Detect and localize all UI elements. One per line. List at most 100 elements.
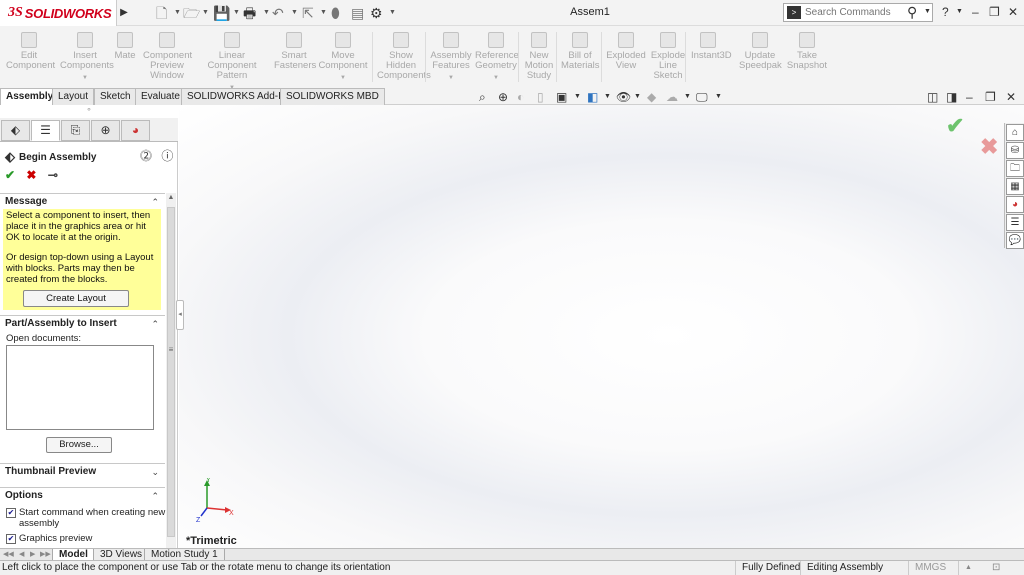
scroll-up-icon[interactable]: ▲ bbox=[166, 194, 176, 201]
view-orientation-dropdown-icon[interactable]: ▼ bbox=[574, 91, 581, 103]
custom-properties-icon[interactable]: ☰ bbox=[1006, 214, 1024, 231]
assembly-features-button[interactable]: Assembly Features ▼ bbox=[430, 28, 472, 86]
unit-system[interactable]: MMGS bbox=[908, 561, 946, 575]
linear-component-pattern-button[interactable]: Linear ComponentPattern▼ bbox=[193, 28, 271, 91]
bill-of-materials-button[interactable]: Bill of Materials bbox=[561, 28, 600, 86]
dropdown-arrow-icon[interactable]: ▼ bbox=[475, 73, 517, 83]
tile-right-icon[interactable]: ◨ bbox=[946, 91, 957, 103]
edit-component-button[interactable]: Edit Component bbox=[6, 28, 55, 86]
featuremanager-tree-tab-icon[interactable]: ⬖ bbox=[1, 120, 30, 141]
next-tab-icon[interactable]: ▶ bbox=[30, 550, 35, 560]
help-dropdown-icon[interactable]: ▼ bbox=[956, 4, 963, 20]
solidworks-forum-icon[interactable]: 💬 bbox=[1006, 232, 1024, 249]
select-cursor-icon[interactable]: ⇱ bbox=[302, 4, 314, 22]
help-icon[interactable]: ⓘ bbox=[161, 149, 173, 163]
insert-components-button[interactable]: Insert Components ▼ bbox=[60, 28, 114, 86]
appearances-scenes-icon[interactable]: ◕ bbox=[1006, 196, 1024, 213]
edit-appearance-icon[interactable]: ◆ bbox=[647, 91, 656, 103]
section-view-icon[interactable]: ▯ bbox=[537, 91, 544, 103]
customize-status-bar-icon[interactable]: ⊡ bbox=[986, 561, 1000, 575]
print-icon[interactable]: 🖶 bbox=[243, 4, 256, 22]
doc-close-button[interactable]: ✕ bbox=[1006, 91, 1016, 103]
search-dropdown-icon[interactable]: ▼ bbox=[924, 4, 931, 20]
component-preview-window-button[interactable]: Component Preview Window bbox=[143, 28, 192, 86]
configurationmanager-tab-icon[interactable]: ⎘ bbox=[61, 120, 90, 141]
restore-button[interactable]: ❐ bbox=[989, 4, 1000, 20]
dropdown-arrow-icon[interactable]: ▼ bbox=[60, 73, 110, 83]
expand-chevron-icon[interactable]: ⌄ bbox=[151, 464, 159, 480]
tab-assembly[interactable]: Assembly bbox=[0, 88, 60, 105]
prev-tab-icon[interactable]: ◀ bbox=[19, 550, 24, 560]
explode-line-sketch-button[interactable]: Explode Line Sketch bbox=[649, 28, 687, 86]
menu-expand-arrow-icon[interactable]: ▶ bbox=[118, 4, 130, 22]
design-library-icon[interactable]: ⛁ bbox=[1006, 142, 1024, 159]
confirmation-corner-ok-icon[interactable]: ✔ bbox=[946, 113, 964, 139]
dropdown-arrow-icon[interactable]: ▼ bbox=[430, 73, 472, 83]
show-hidden-components-button[interactable]: Show Hidden Components bbox=[377, 28, 431, 86]
help-button[interactable]: ? bbox=[942, 4, 949, 20]
pm-scrollbar[interactable]: ▲ ≡ bbox=[166, 193, 176, 548]
previous-view-icon[interactable]: ◐ bbox=[517, 91, 524, 103]
whats-wrong-help-icon[interactable]: ⓶ bbox=[140, 149, 152, 163]
new-document-icon[interactable]: 🗋 bbox=[156, 4, 167, 22]
unit-system-dropdown-icon[interactable]: ▲ bbox=[958, 561, 972, 575]
doc-restore-button[interactable]: ❐ bbox=[985, 91, 996, 103]
rebuild-icon[interactable]: ⬮ bbox=[331, 4, 340, 22]
panel-splitter-handle[interactable]: ◂ bbox=[176, 300, 184, 330]
tile-left-icon[interactable]: ◫ bbox=[927, 91, 938, 103]
update-speedpak-button[interactable]: Update Speedpak bbox=[739, 28, 782, 86]
instant3d-button[interactable]: Instant3D bbox=[691, 28, 732, 86]
graphics-area[interactable] bbox=[179, 105, 1024, 548]
undo-icon[interactable]: ↶ bbox=[272, 4, 284, 22]
select-dropdown-icon[interactable]: ▼ bbox=[320, 4, 327, 22]
dimxpertmanager-tab-icon[interactable]: ⊕ bbox=[91, 120, 120, 141]
ok-button[interactable]: ✔ bbox=[5, 168, 15, 182]
view-palette-icon[interactable]: ▦ bbox=[1006, 178, 1024, 195]
panel-grip-handle[interactable]: ⚬ bbox=[0, 105, 178, 118]
apply-scene-icon[interactable]: ☁ bbox=[666, 91, 678, 103]
reference-geometry-button[interactable]: Reference Geometry ▼ bbox=[475, 28, 519, 86]
tab-evaluate[interactable]: Evaluate bbox=[135, 88, 186, 105]
collapse-chevron-icon[interactable]: ⌃ bbox=[151, 488, 159, 504]
last-tab-icon[interactable]: ▶▶ bbox=[40, 550, 51, 560]
tab-layout[interactable]: Layout bbox=[52, 88, 95, 105]
view-settings-dropdown-icon[interactable]: ▼ bbox=[715, 91, 722, 103]
cancel-button[interactable]: ✖ bbox=[26, 168, 36, 182]
file-properties-icon[interactable]: ▤ bbox=[351, 4, 364, 22]
open-folder-icon[interactable]: 🗁 bbox=[183, 4, 200, 22]
new-dropdown-icon[interactable]: ▼ bbox=[174, 4, 181, 22]
hide-show-items-icon[interactable]: 👁 bbox=[616, 91, 631, 103]
keep-visible-pin-button[interactable]: ⊸ bbox=[48, 168, 58, 182]
search-commands-input[interactable] bbox=[805, 7, 905, 18]
apply-scene-dropdown-icon[interactable]: ▼ bbox=[684, 91, 691, 103]
undo-dropdown-icon[interactable]: ▼ bbox=[291, 4, 298, 22]
zoom-to-fit-icon[interactable]: ⌕ bbox=[479, 91, 486, 103]
save-icon[interactable]: 💾 bbox=[213, 4, 230, 22]
search-icon[interactable]: ⚲ bbox=[907, 4, 917, 21]
thumbnail-preview-group-header[interactable]: Thumbnail Preview ⌄ bbox=[0, 463, 165, 479]
options-gear-icon[interactable]: ⚙ bbox=[370, 4, 383, 22]
collapse-chevron-icon[interactable]: ⌃ bbox=[151, 194, 159, 210]
open-documents-list[interactable] bbox=[6, 345, 154, 430]
print-dropdown-icon[interactable]: ▼ bbox=[263, 4, 270, 22]
first-tab-icon[interactable]: ◀◀ bbox=[3, 550, 14, 560]
collapse-chevron-icon[interactable]: ⌃ bbox=[151, 316, 159, 332]
view-settings-icon[interactable]: 🖵 bbox=[696, 91, 708, 103]
dropdown-arrow-icon[interactable]: ▼ bbox=[317, 73, 369, 83]
smart-fasteners-button[interactable]: Smart Fasteners bbox=[274, 28, 316, 86]
search-commands-box[interactable]: > ⚲ bbox=[783, 3, 933, 22]
graphics-preview-checkbox[interactable]: ✔ bbox=[6, 534, 16, 544]
exploded-view-button[interactable]: Exploded View bbox=[606, 28, 646, 86]
save-dropdown-icon[interactable]: ▼ bbox=[233, 4, 240, 22]
doc-minimize-button[interactable]: – bbox=[966, 91, 973, 103]
options-group-header[interactable]: Options ⌃ bbox=[0, 487, 165, 503]
close-button[interactable]: ✕ bbox=[1008, 4, 1018, 20]
browse-button[interactable]: Browse... bbox=[46, 437, 112, 453]
file-explorer-icon[interactable]: 🗀 bbox=[1006, 160, 1024, 177]
solidworks-resources-icon[interactable]: ⌂ bbox=[1006, 124, 1024, 141]
hide-show-dropdown-icon[interactable]: ▼ bbox=[634, 91, 641, 103]
minimize-button[interactable]: – bbox=[972, 4, 979, 20]
create-layout-button[interactable]: Create Layout bbox=[23, 290, 129, 307]
solidworks-logo[interactable]: 3S SOLIDWORKS bbox=[0, 0, 117, 26]
mate-button[interactable]: Mate bbox=[113, 28, 137, 86]
